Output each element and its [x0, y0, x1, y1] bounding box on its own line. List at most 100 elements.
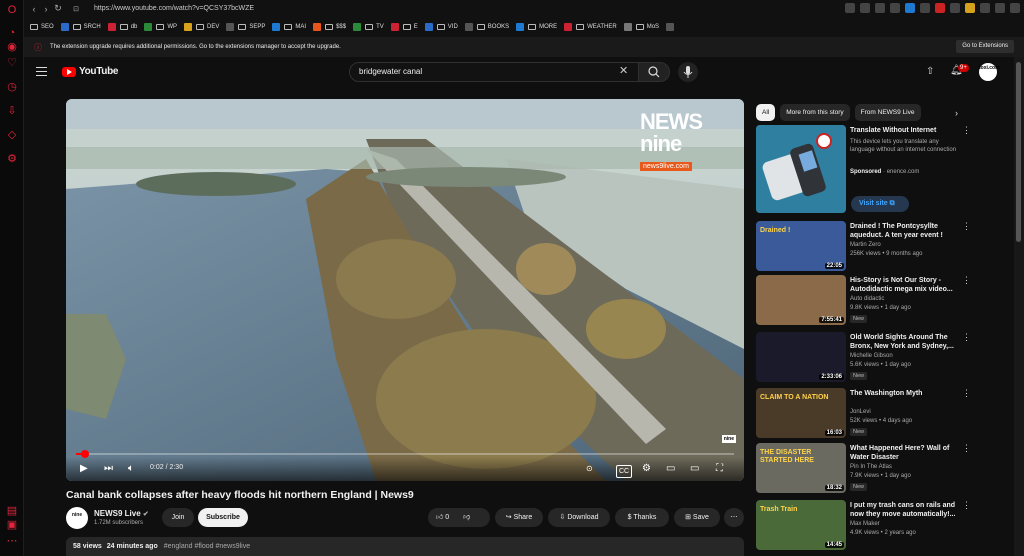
ext-icon[interactable] — [905, 3, 915, 13]
video-thumbnail[interactable]: CLAIM TO A NATION 16:03 — [756, 388, 846, 438]
recommended-title[interactable]: What Happened Here? Wall of Water Disast… — [850, 444, 960, 462]
save-button[interactable]: ⊞ Save — [674, 508, 720, 527]
more-options-icon[interactable]: ⋮ — [962, 501, 971, 510]
bookmark-favicon-icon[interactable] — [184, 23, 193, 31]
bookmark-favicon-icon[interactable] — [516, 23, 525, 31]
hashtags[interactable]: #england #flood #news9live — [164, 543, 250, 550]
bookmark-favicon-icon[interactable] — [272, 23, 281, 31]
heart-icon[interactable] — [875, 3, 885, 13]
youtube-logo[interactable]: YouTube — [62, 66, 119, 77]
video-thumbnail[interactable]: THE DISASTER STARTED HERE 18:32 — [756, 443, 846, 493]
go-to-extensions-button[interactable]: Go to Extensions — [956, 40, 1014, 53]
recommended-channel[interactable]: Auto didactic — [850, 296, 884, 302]
bookmark-e[interactable]: E — [402, 24, 418, 30]
page-scrollbar[interactable] — [1014, 57, 1024, 556]
voice-search-button[interactable] — [678, 62, 698, 82]
bookmark-favicon-icon[interactable] — [424, 23, 433, 31]
bookmark-favicon-icon[interactable] — [313, 23, 322, 31]
settings-gear-icon[interactable]: ⚙ — [642, 463, 651, 474]
hamburger-menu-icon[interactable] — [36, 67, 47, 76]
account-avatar[interactable]: toxi.com — [979, 63, 1000, 81]
subscribe-button[interactable]: Subscribe — [198, 508, 248, 527]
cube-icon[interactable]: ◇ — [5, 128, 19, 142]
account-icon[interactable] — [890, 3, 900, 13]
ad-title[interactable]: Translate Without Internet — [850, 126, 960, 135]
bookmark-tv[interactable]: TV — [365, 24, 384, 30]
forward-icon[interactable]: › — [40, 4, 52, 14]
channel-avatar[interactable]: nine — [66, 507, 88, 529]
scrollbar-thumb[interactable] — [1016, 62, 1021, 242]
cloud-icon[interactable] — [950, 3, 960, 13]
ext-icon[interactable] — [980, 3, 990, 13]
ext-icon[interactable] — [920, 3, 930, 13]
volume-icon[interactable]: 🔈︎ — [128, 463, 134, 474]
recommended-channel[interactable]: Pin In The Atlas — [850, 464, 892, 470]
recommended-video[interactable]: 2:33:06 Old World Sights Around The Bronx… — [756, 332, 976, 384]
next-icon[interactable]: ⏭︎ — [104, 463, 113, 474]
channel-name[interactable]: NEWS9 Live ✔ — [94, 509, 149, 518]
recommended-video[interactable]: Drained ! 22:05 Drained ! The Pontcysyllte… — [756, 221, 976, 273]
bookmark-[interactable]: $$$ — [325, 24, 346, 30]
bookmark-db[interactable]: db — [119, 24, 137, 30]
bookmark-favicon-icon[interactable] — [666, 23, 675, 31]
recommended-title[interactable]: His-Story is Not Our Story - Autodidacti… — [850, 276, 960, 294]
more-options-icon[interactable]: ⋮ — [962, 389, 971, 398]
play-icon[interactable]: ▶ — [80, 463, 88, 474]
history-icon[interactable]: ◷ — [5, 80, 19, 94]
create-upload-icon[interactable]: ⇧ — [926, 66, 934, 77]
ext-icon[interactable] — [935, 3, 945, 13]
menu-icon[interactable] — [1010, 3, 1020, 13]
recommended-title[interactable]: I put my trash cans on rails and now the… — [850, 501, 960, 519]
bookmark-favicon-icon[interactable] — [353, 23, 362, 31]
recommended-channel[interactable]: Max Maker — [850, 521, 880, 527]
opera-logo-icon[interactable]: O — [5, 3, 19, 17]
video-player[interactable]: NEWS nine news9live.com nine ▶ ⏭︎ 🔈︎ 0:0… — [66, 99, 744, 481]
more-actions-icon[interactable]: ⋯ — [724, 508, 744, 527]
shield-icon[interactable] — [860, 3, 870, 13]
like-button[interactable]: 👍︎ 0 👎︎ — [428, 508, 490, 527]
recommended-video[interactable]: CLAIM TO A NATION 16:03 The Washington Myt… — [756, 388, 976, 440]
miniplayer-icon[interactable]: ▭ — [666, 463, 675, 474]
chip-all[interactable]: All — [756, 104, 776, 121]
download-icon[interactable]: ⇩ — [5, 104, 19, 118]
search-button[interactable] — [638, 62, 670, 82]
recommended-channel[interactable]: Michelle Gibson — [850, 353, 893, 359]
more-options-icon[interactable]: ⋮ — [962, 222, 971, 231]
clear-search-icon[interactable]: ✕ — [619, 66, 628, 77]
video-thumbnail[interactable]: Drained ! 22:05 — [756, 221, 846, 271]
chevron-right-icon[interactable]: › — [955, 108, 958, 118]
recommended-channel[interactable]: JonLevi — [850, 409, 871, 415]
search-input[interactable]: bridgewater canal — [349, 62, 639, 82]
more-options-icon[interactable]: ⋮ — [962, 333, 971, 342]
more-options-icon[interactable]: ⋮ — [962, 126, 971, 135]
more-options-icon[interactable]: ⋮ — [962, 276, 971, 285]
bookmark-sepp[interactable]: SEPP — [238, 24, 265, 30]
video-thumbnail[interactable]: Trash Train 14:45 — [756, 500, 846, 550]
heart-icon[interactable]: ♡ — [5, 56, 19, 70]
panel-icon[interactable]: ▤ — [5, 504, 19, 518]
theater-mode-icon[interactable]: ▭ — [690, 463, 699, 474]
sponsored-ad[interactable]: Translate Without Internet This device l… — [756, 125, 976, 220]
bookmark-favicon-icon[interactable] — [226, 23, 235, 31]
ad-thumbnail[interactable] — [756, 125, 846, 213]
recommended-video[interactable]: 7:55:41 His-Story is Not Our Story - Auto… — [756, 275, 976, 327]
chip-more-from-this-story[interactable]: More from this story — [780, 104, 850, 121]
bookmark-favicon-icon[interactable] — [60, 23, 69, 31]
recommended-video[interactable]: Trash Train 14:45 I put my trash cans on r… — [756, 500, 976, 552]
speed-dial-icon[interactable]: ◔ — [5, 26, 19, 40]
thanks-button[interactable]: $ Thanks — [615, 508, 669, 527]
bookmark-books[interactable]: BOOKS — [476, 24, 509, 30]
messenger-icon[interactable]: ◉ — [5, 40, 19, 54]
autoplay-toggle-icon[interactable]: ⊙ — [586, 463, 593, 474]
ext-icon[interactable] — [995, 3, 1005, 13]
bookmark-weather[interactable]: WEATHER — [576, 24, 617, 30]
channel-watermark[interactable]: nine — [721, 435, 736, 443]
bookmark-dev[interactable]: DEV — [196, 24, 219, 30]
recommended-title[interactable]: Drained ! The Pontcysyllte aqueduct. A t… — [850, 222, 960, 240]
bookmark-srch[interactable]: SRCH — [72, 24, 101, 30]
recommended-video[interactable]: THE DISASTER STARTED HERE 18:32 What Happe… — [756, 443, 976, 495]
bookmark-more[interactable]: MORE — [528, 24, 557, 30]
bookmark-mos[interactable]: MoS — [635, 24, 659, 30]
bookmark-wp[interactable]: WP — [156, 24, 177, 30]
reload-icon[interactable]: ↻ — [52, 3, 64, 14]
